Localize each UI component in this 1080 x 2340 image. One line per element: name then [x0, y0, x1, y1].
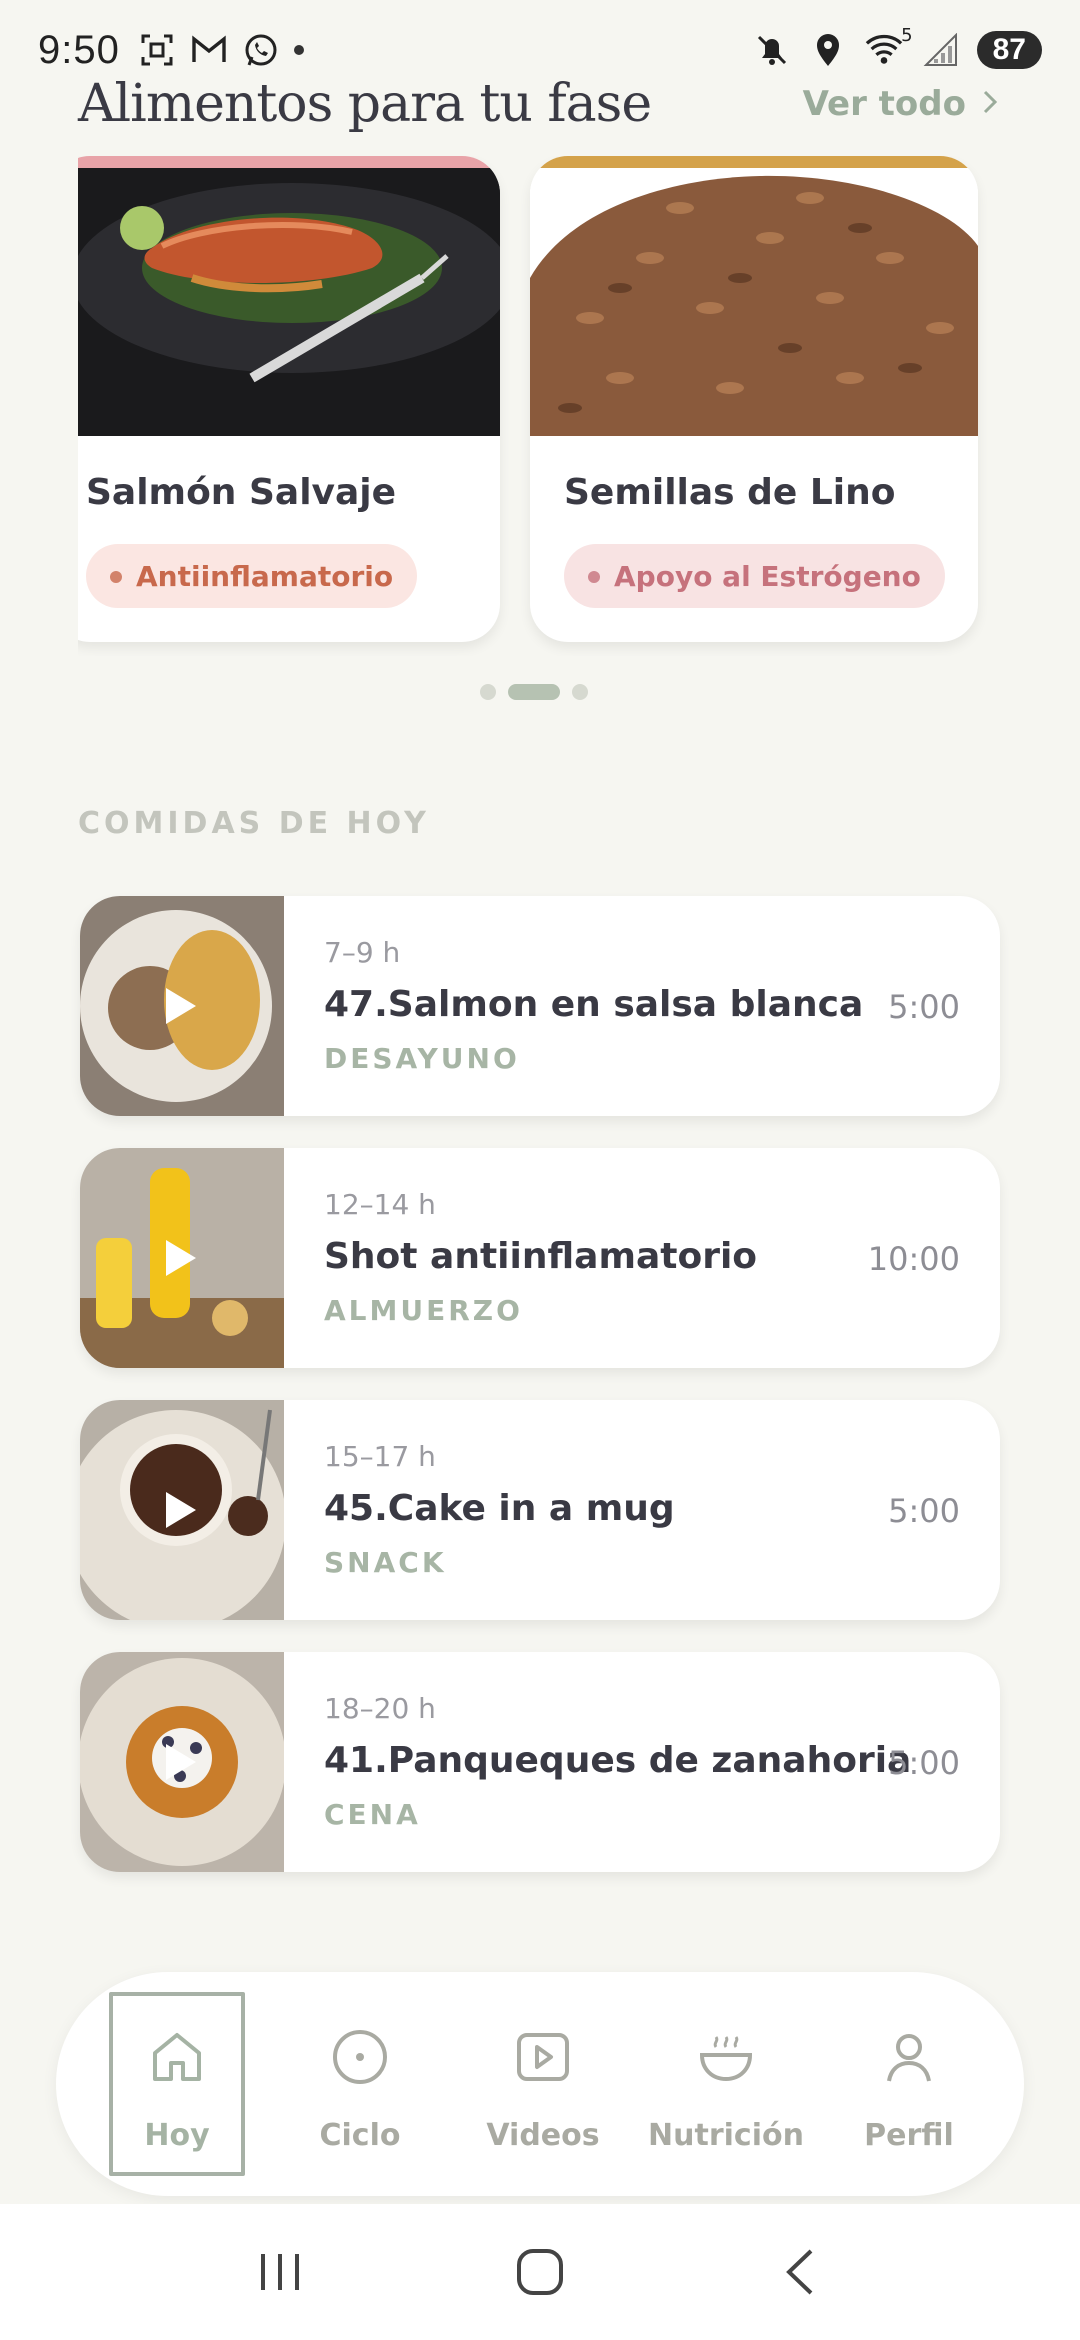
- bottom-nav: Hoy Ciclo Videos Nutrición Perfil: [56, 1972, 1024, 2196]
- food-name: Salmón Salvaje: [86, 472, 397, 513]
- meal-title: 41.Panqueques de zanahoria: [324, 1740, 912, 1781]
- meal-time: 18–20 h: [324, 1692, 436, 1725]
- play-icon: [166, 1492, 196, 1528]
- cycle-icon: [325, 2022, 395, 2092]
- carousel-pager: [480, 684, 588, 700]
- nav-item-videos[interactable]: Videos: [475, 1992, 611, 2176]
- see-all-label: Ver todo: [802, 84, 966, 124]
- foods-header: Alimentos para tu fase Ver todo: [78, 64, 998, 144]
- chevron-right-icon: [982, 84, 998, 124]
- salmon-photo: [78, 168, 500, 436]
- nav-label: Videos: [486, 2118, 600, 2153]
- food-card[interactable]: Salmón Salvaje Antiinflamatorio: [78, 156, 500, 642]
- meal-type: CENA: [324, 1798, 421, 1831]
- nav-label: Ciclo: [319, 2118, 401, 2153]
- meals-section-label: COMIDAS DE HOY: [78, 806, 430, 841]
- foods-carousel[interactable]: Salmón Salvaje Antiinflamatorio Semillas…: [78, 156, 1002, 656]
- play-icon: [166, 1240, 196, 1276]
- nav-label: Nutrición: [648, 2118, 804, 2153]
- video-icon: [508, 2022, 578, 2092]
- meal-duration: 10:00: [867, 1240, 960, 1278]
- food-tag: Apoyo al Estrógeno: [564, 544, 945, 608]
- meal-title: 45.Cake in a mug: [324, 1488, 675, 1529]
- nav-item-nutricion[interactable]: Nutrición: [648, 1992, 804, 2176]
- play-icon: [166, 988, 196, 1024]
- meal-time: 15–17 h: [324, 1440, 436, 1473]
- meal-duration: 5:00: [888, 988, 960, 1026]
- meal-thumbnail: [80, 1148, 284, 1368]
- notification-dot: [293, 45, 304, 55]
- recent-apps-icon[interactable]: [240, 2232, 320, 2312]
- profile-icon: [874, 2022, 944, 2092]
- home-button-icon[interactable]: [500, 2232, 580, 2312]
- meal-duration: 5:00: [888, 1492, 960, 1530]
- home-icon: [142, 2022, 212, 2092]
- meal-card[interactable]: 15–17 h 45.Cake in a mug SNACK 5:00: [80, 1400, 1000, 1620]
- pager-dot[interactable]: [572, 684, 588, 700]
- back-icon[interactable]: [760, 2232, 840, 2312]
- meal-card[interactable]: 12–14 h Shot antiinflamatorio ALMUERZO 1…: [80, 1148, 1000, 1368]
- meal-type: SNACK: [324, 1546, 447, 1579]
- meal-type: DESAYUNO: [324, 1042, 520, 1075]
- nav-label: Perfil: [864, 2118, 954, 2153]
- food-tag: Antiinflamatorio: [86, 544, 418, 608]
- flax-seeds-photo: [530, 168, 978, 436]
- system-navigation-bar: [0, 2204, 1080, 2340]
- meal-thumbnail: [80, 1652, 284, 1872]
- bowl-icon: [691, 2022, 761, 2092]
- meal-duration: 5:00: [888, 1744, 960, 1782]
- food-card[interactable]: Semillas de Lino Apoyo al Estrógeno: [530, 156, 978, 642]
- play-icon: [166, 1744, 196, 1780]
- meal-thumbnail: [80, 1400, 284, 1620]
- meal-type: ALMUERZO: [324, 1294, 523, 1327]
- meal-time: 12–14 h: [324, 1188, 436, 1221]
- nav-label: Hoy: [144, 2118, 210, 2153]
- nav-item-hoy[interactable]: Hoy: [109, 1992, 245, 2176]
- meal-title: 47.Salmon en salsa blanca: [324, 984, 864, 1025]
- meal-time: 7–9 h: [324, 936, 401, 969]
- pager-dot-active[interactable]: [508, 684, 560, 700]
- wifi-label: 5: [901, 25, 913, 46]
- meal-title: Shot antiinflamatorio: [324, 1236, 758, 1277]
- nav-item-ciclo[interactable]: Ciclo: [292, 1992, 428, 2176]
- meal-card[interactable]: 18–20 h 41.Panqueques de zanahoria CENA …: [80, 1652, 1000, 1872]
- food-card-accent: [530, 156, 978, 168]
- meal-thumbnail: [80, 896, 284, 1116]
- pager-dot[interactable]: [480, 684, 496, 700]
- see-all-link[interactable]: Ver todo: [803, 84, 998, 124]
- meal-card[interactable]: 7–9 h 47.Salmon en salsa blanca DESAYUNO…: [80, 896, 1000, 1116]
- food-card-accent: [78, 156, 500, 168]
- foods-section-title: Alimentos para tu fase: [78, 74, 652, 134]
- food-name: Semillas de Lino: [564, 472, 896, 513]
- nav-item-perfil[interactable]: Perfil: [841, 1992, 977, 2176]
